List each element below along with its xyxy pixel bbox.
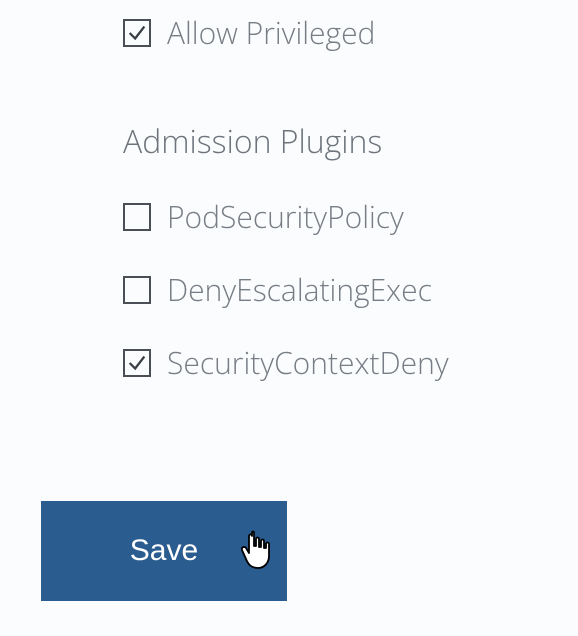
plugin-option-securitycontextdeny: SecurityContextDeny <box>123 342 449 383</box>
allow-privileged-checkbox[interactable] <box>123 19 151 47</box>
plugin-label: PodSecurityPolicy <box>167 196 404 237</box>
plugin-checkbox-podsecuritypolicy[interactable] <box>123 203 151 231</box>
allow-privileged-option: Allow Privileged <box>123 12 375 53</box>
save-button-label: Save <box>130 534 198 568</box>
admission-plugins-list: PodSecurityPolicy DenyEscalatingExec Sec… <box>123 196 449 415</box>
allow-privileged-label: Allow Privileged <box>167 12 375 53</box>
plugin-option-denyescalatingexec: DenyEscalatingExec <box>123 269 449 310</box>
plugin-option-podsecuritypolicy: PodSecurityPolicy <box>123 196 449 237</box>
plugin-label: SecurityContextDeny <box>167 342 449 383</box>
check-icon <box>126 22 148 44</box>
plugin-checkbox-securitycontextdeny[interactable] <box>123 349 151 377</box>
plugin-checkbox-denyescalatingexec[interactable] <box>123 276 151 304</box>
admission-plugins-heading: Admission Plugins <box>123 120 382 163</box>
plugin-label: DenyEscalatingExec <box>167 269 432 310</box>
save-button[interactable]: Save <box>41 501 287 601</box>
check-icon <box>126 352 148 374</box>
